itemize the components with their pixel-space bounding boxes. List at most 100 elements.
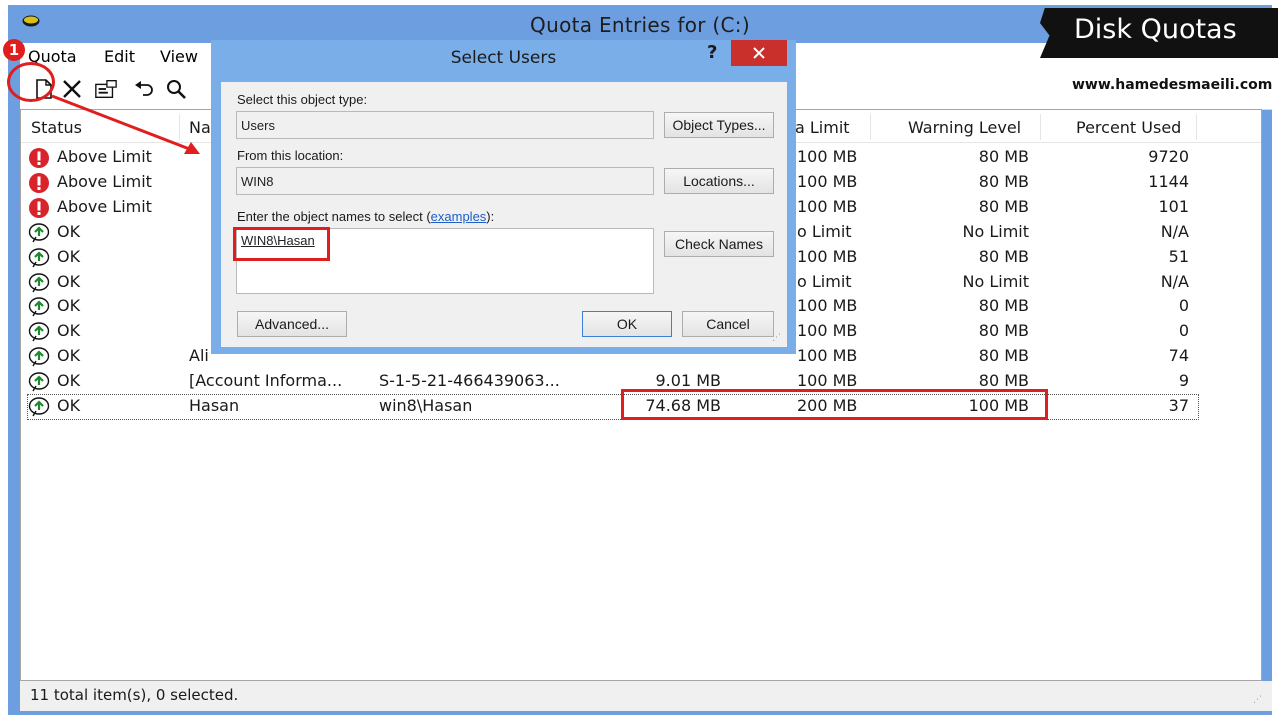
cancel-button[interactable]: Cancel <box>682 311 774 337</box>
cell-percent-used: 9720 <box>1148 147 1189 166</box>
ok-icon <box>28 346 50 368</box>
ok-icon <box>28 371 50 393</box>
cell-amount-used: 9.01 MB <box>655 371 722 391</box>
cell-quota-limit: o Limit <box>797 271 852 291</box>
column-divider[interactable] <box>179 114 180 140</box>
cell-percent-used: 51 <box>1168 246 1189 266</box>
menu-view[interactable]: View <box>160 47 198 66</box>
cell-status: OK <box>57 246 81 266</box>
column-header-status[interactable]: Status <box>31 118 82 137</box>
cell-quota-limit: o Limit <box>797 221 852 241</box>
column-header-name[interactable]: Na <box>189 118 211 137</box>
cell-warning-level: 80 MB <box>978 371 1029 391</box>
annotation-highlight-object-name <box>233 227 330 261</box>
cell-quota-limit: 100 MB <box>797 171 858 191</box>
column-header-quota-limit[interactable]: a Limit <box>795 118 850 137</box>
location-label: From this location: <box>237 148 344 163</box>
object-names-label-text: Enter the object names to select ( <box>237 209 431 224</box>
column-header-percent-used[interactable]: Percent Used <box>1076 118 1181 137</box>
cell-percent-used: N/A <box>1160 221 1189 241</box>
cell-quota-limit: 100 MB <box>797 321 858 341</box>
badge-text: Disk Quotas <box>1074 14 1237 45</box>
cell-name: [Account Informa... <box>189 371 343 391</box>
cell-status: OK <box>57 396 81 415</box>
website-text: www.hamedesmaeili.com <box>1072 77 1273 93</box>
delete-icon <box>63 80 81 98</box>
column-divider[interactable] <box>1196 114 1197 140</box>
object-names-label: Enter the object names to select (exampl… <box>237 209 494 224</box>
cell-percent-used: 1144 <box>1148 171 1189 191</box>
menu-edit[interactable]: Edit <box>104 47 135 66</box>
cell-status: OK <box>57 371 81 391</box>
dialog-close-button[interactable] <box>731 40 787 66</box>
undo-button[interactable] <box>132 77 156 101</box>
cell-percent-used: 9 <box>1178 371 1189 391</box>
object-type-label: Select this object type: <box>237 92 368 107</box>
cell-status: Above Limit <box>57 171 152 191</box>
cell-name: Hasan <box>189 396 240 415</box>
properties-icon <box>95 80 117 98</box>
help-button[interactable]: ? <box>707 42 717 63</box>
check-names-button[interactable]: Check Names <box>664 231 774 257</box>
column-divider[interactable] <box>870 114 871 140</box>
dialog-body: Select this object type: Users Object Ty… <box>221 82 787 347</box>
cell-quota-limit: 100 MB <box>797 246 858 266</box>
delete-button[interactable] <box>60 77 84 101</box>
object-type-field: Users <box>236 111 654 139</box>
error-icon <box>28 197 50 219</box>
cell-quota-limit: 100 MB <box>797 371 858 391</box>
cell-percent-used: 37 <box>1168 396 1189 415</box>
cell-status: OK <box>57 221 81 241</box>
properties-button[interactable] <box>94 77 118 101</box>
ok-button[interactable]: OK <box>582 311 672 337</box>
cell-status: OK <box>57 271 81 291</box>
cell-warning-level: 80 MB <box>978 321 1029 341</box>
annotation-highlight-hasan-quota <box>621 389 1048 420</box>
ok-icon <box>28 247 50 269</box>
error-icon <box>28 147 50 169</box>
undo-icon <box>135 81 153 96</box>
cell-quota-limit: 100 MB <box>797 346 858 366</box>
cell-status: OK <box>57 296 81 316</box>
locations-button[interactable]: Locations... <box>664 168 774 194</box>
column-divider[interactable] <box>1040 114 1041 140</box>
resize-grip-icon[interactable]: ⋰ <box>1253 695 1262 705</box>
close-icon <box>753 47 765 59</box>
cell-percent-used: 0 <box>1178 296 1189 316</box>
annotation-circle-new-entry <box>7 62 55 102</box>
status-bar: 11 total item(s), 0 selected. ⋰ <box>20 681 1272 711</box>
cell-quota-limit: 100 MB <box>797 147 858 166</box>
ok-icon <box>28 296 50 318</box>
cell-warning-level: 80 MB <box>978 346 1029 366</box>
location-field: WIN8 <box>236 167 654 195</box>
object-names-label-suffix: ): <box>486 209 495 224</box>
cell-quota-limit: 100 MB <box>797 196 858 216</box>
object-types-button[interactable]: Object Types... <box>664 112 774 138</box>
find-button[interactable] <box>164 77 188 101</box>
cell-status: Above Limit <box>57 147 152 166</box>
cell-warning-level: 80 MB <box>978 246 1029 266</box>
cell-warning-level: 80 MB <box>978 196 1029 216</box>
cell-warning-level: No Limit <box>962 221 1029 241</box>
ok-icon <box>28 272 50 294</box>
cell-status: OK <box>57 346 81 366</box>
ok-icon <box>28 396 50 418</box>
find-icon <box>167 80 186 99</box>
cell-percent-used: 0 <box>1178 321 1189 341</box>
cell-status: Above Limit <box>57 196 152 216</box>
cell-quota-limit: 100 MB <box>797 296 858 316</box>
error-icon <box>28 172 50 194</box>
advanced-button[interactable]: Advanced... <box>237 311 347 337</box>
step-number-badge: 1 <box>3 39 25 61</box>
examples-link[interactable]: examples <box>431 209 487 224</box>
cell-percent-used: 74 <box>1168 346 1189 366</box>
cell-warning-level: 80 MB <box>978 171 1029 191</box>
dialog-resize-grip-icon[interactable]: ⋰ <box>772 333 781 343</box>
cell-warning-level: 80 MB <box>978 147 1029 166</box>
select-users-dialog: Select Users ? Select this object type: … <box>211 40 796 354</box>
status-text: 11 total item(s), 0 selected. <box>30 686 239 704</box>
column-header-warning-level[interactable]: Warning Level <box>908 118 1021 137</box>
cell-percent-used: N/A <box>1160 271 1189 291</box>
cell-logon-name: win8\Hasan <box>379 396 473 415</box>
cell-name: Ali <box>189 346 209 366</box>
